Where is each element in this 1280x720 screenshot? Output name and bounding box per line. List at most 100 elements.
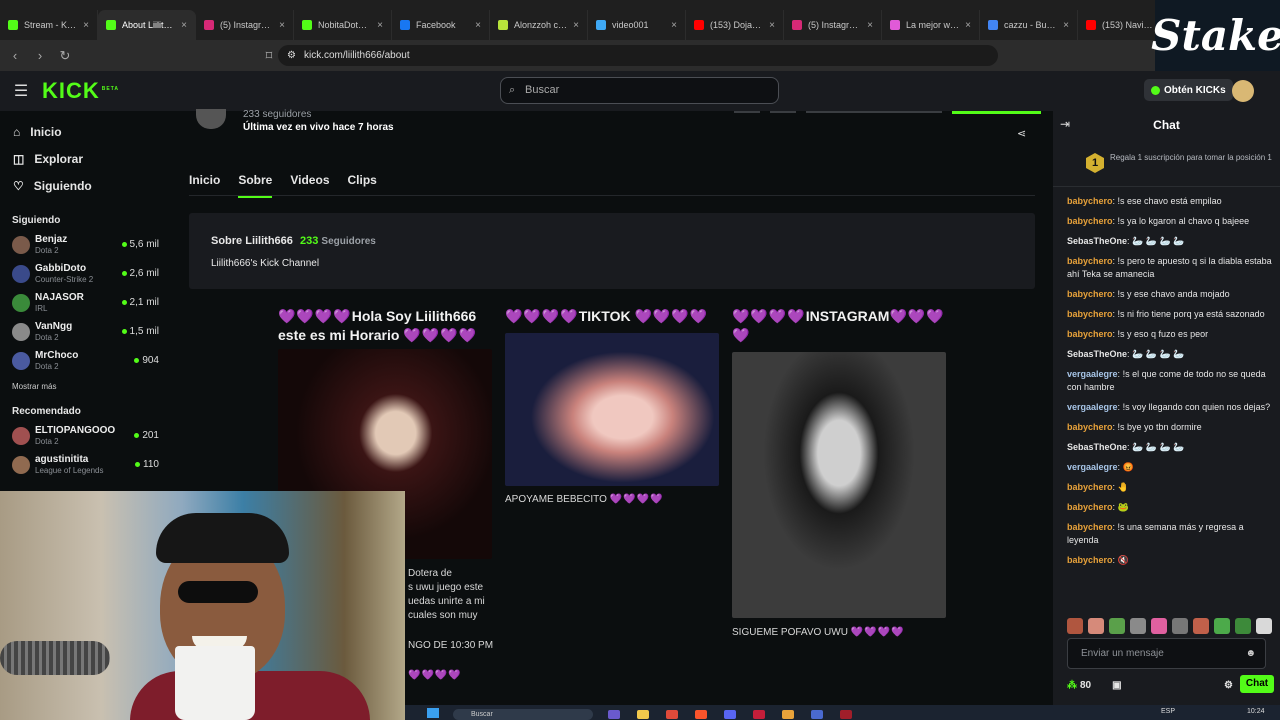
emote-icon[interactable] bbox=[1214, 618, 1230, 634]
emoji-icon[interactable]: ☻ bbox=[1245, 639, 1256, 668]
follow-button[interactable] bbox=[952, 111, 1041, 114]
chat-username[interactable]: babychero bbox=[1067, 522, 1113, 532]
chrome-icon[interactable] bbox=[666, 710, 678, 719]
reload-icon[interactable]: ↻ bbox=[55, 48, 75, 64]
browser-tab[interactable]: Alonzzoh clipped × bbox=[490, 10, 588, 40]
chat-username[interactable]: babychero bbox=[1067, 555, 1113, 565]
hearts-decoration: 💜💜💜💜 bbox=[278, 308, 352, 324]
chat-username[interactable]: babychero bbox=[1067, 482, 1113, 492]
chat-username[interactable]: babychero bbox=[1067, 329, 1113, 339]
address-bar[interactable]: ⚙ kick.com/liilith666/about bbox=[278, 45, 998, 66]
forward-icon[interactable]: › bbox=[30, 48, 50, 63]
chat-username[interactable]: SebasTheOne bbox=[1067, 236, 1127, 246]
kick-logo[interactable]: KICK BETA bbox=[42, 78, 119, 104]
chat-username[interactable]: babychero bbox=[1067, 196, 1113, 206]
channel-item[interactable]: MrChoco Dota 2 904 bbox=[0, 346, 170, 375]
channel-avatar[interactable] bbox=[196, 109, 226, 129]
channel-item[interactable]: Benjaz Dota 2 5,6 mil bbox=[0, 230, 170, 259]
viewer-count-text: 201 bbox=[142, 430, 159, 441]
emote-icon[interactable] bbox=[1151, 618, 1167, 634]
site-info-icon[interactable]: ⚙ bbox=[287, 45, 296, 66]
chat-username[interactable]: vergaalegre bbox=[1067, 402, 1118, 412]
browser-tab[interactable]: La mejor web/app × bbox=[882, 10, 980, 40]
close-tab-icon[interactable]: × bbox=[769, 20, 775, 31]
screen: Stream - Kick×About Liilith666×(5) Insta… bbox=[0, 0, 1280, 720]
channel-item[interactable]: VanNgg Dota 2 1,5 mil bbox=[0, 317, 170, 346]
sidebar-item-inicio[interactable]: ⌂ Inicio bbox=[0, 118, 170, 145]
chat-username[interactable]: SebasTheOne bbox=[1067, 442, 1127, 452]
chat-input[interactable]: Enviar un mensaje ☻ bbox=[1067, 638, 1266, 669]
panel-image[interactable] bbox=[732, 352, 946, 618]
browser-tab[interactable]: NobitaDoto S... × bbox=[294, 10, 392, 40]
chat-username[interactable]: vergaalegre bbox=[1067, 462, 1118, 472]
back-icon[interactable]: ‹ bbox=[5, 48, 25, 63]
channel-item[interactable]: NAJASOR IRL 2,1 mil bbox=[0, 288, 170, 317]
close-tab-icon[interactable]: × bbox=[475, 20, 481, 31]
taskbar-search[interactable]: Buscar bbox=[453, 709, 593, 720]
chat-username[interactable]: babychero bbox=[1067, 422, 1113, 432]
sidebar-item-siguiendo[interactable]: ♡ Siguiendo bbox=[0, 172, 170, 199]
close-tab-icon[interactable]: × bbox=[965, 20, 971, 31]
close-tab-icon[interactable]: × bbox=[377, 20, 383, 31]
browser-tab[interactable]: cazzu - Buscar co... × bbox=[980, 10, 1078, 40]
user-avatar[interactable] bbox=[1232, 80, 1254, 102]
settings-icon[interactable]: ⚙ bbox=[1224, 680, 1233, 691]
channel-item[interactable]: agustinitita League of Legends 110 bbox=[0, 450, 170, 479]
bookmark-icon[interactable]: ⌑ bbox=[259, 48, 279, 64]
chat-username[interactable]: babychero bbox=[1067, 289, 1113, 299]
close-tab-icon[interactable]: × bbox=[1063, 20, 1069, 31]
points-count[interactable]: 80 bbox=[1080, 680, 1091, 691]
panel-image[interactable] bbox=[505, 333, 719, 486]
emote-icon[interactable] bbox=[1067, 618, 1083, 634]
channel-item[interactable]: GabbiDoto Counter-Strike 2 2,6 mil bbox=[0, 259, 170, 288]
share-icon[interactable]: ⋖ bbox=[1017, 127, 1026, 140]
brave-icon[interactable] bbox=[695, 710, 707, 719]
close-tab-icon[interactable]: × bbox=[867, 20, 873, 31]
chat-username[interactable]: vergaalegre bbox=[1067, 369, 1118, 379]
chat-username[interactable]: babychero bbox=[1067, 502, 1113, 512]
emote-icon[interactable] bbox=[1256, 618, 1272, 634]
close-tab-icon[interactable]: × bbox=[573, 20, 579, 31]
taskbar-app-icon[interactable] bbox=[840, 710, 852, 719]
browser-tab[interactable]: (153) Doja Cat - S... × bbox=[686, 10, 784, 40]
browser-tab[interactable]: (5) Instagram × bbox=[196, 10, 294, 40]
browser-tab[interactable]: Stream - Kick × bbox=[0, 10, 98, 40]
search-input[interactable]: ⌕ Buscar bbox=[500, 77, 779, 104]
emote-icon[interactable] bbox=[1235, 618, 1251, 634]
pinned-gift-banner[interactable]: 1 Regala 1 suscripción para tomar la pos… bbox=[1053, 147, 1280, 187]
show-more-link[interactable]: Mostrar más bbox=[0, 382, 170, 391]
emote-icon[interactable] bbox=[1130, 618, 1146, 634]
taskbar-app-icon[interactable] bbox=[753, 710, 765, 719]
browser-tab[interactable]: video001 × bbox=[588, 10, 686, 40]
taskbar-app-icon[interactable] bbox=[782, 710, 794, 719]
emote-icon[interactable] bbox=[1172, 618, 1188, 634]
emote-icon[interactable] bbox=[1109, 618, 1125, 634]
language-indicator[interactable]: ESP bbox=[1161, 708, 1175, 715]
gift-icon[interactable]: ▣ bbox=[1112, 680, 1121, 691]
chat-username[interactable]: babychero bbox=[1067, 256, 1113, 266]
sidebar-item-explorar[interactable]: ◫ Explorar bbox=[0, 145, 170, 172]
get-kicks-button[interactable]: Obtén KICKs bbox=[1144, 79, 1233, 101]
close-tab-icon[interactable]: × bbox=[671, 20, 677, 31]
close-tab-icon[interactable]: × bbox=[83, 20, 89, 31]
browser-tab[interactable]: (5) Instagram × bbox=[784, 10, 882, 40]
browser-tab[interactable]: Facebook × bbox=[392, 10, 490, 40]
clock[interactable]: 10:24 bbox=[1247, 708, 1265, 715]
taskbar-app-icon[interactable] bbox=[811, 710, 823, 719]
folder-icon[interactable] bbox=[637, 710, 649, 719]
taskbar-app-icon[interactable] bbox=[608, 710, 620, 719]
windows-start-icon[interactable] bbox=[427, 708, 439, 718]
discord-icon[interactable] bbox=[724, 710, 736, 719]
close-tab-icon[interactable]: × bbox=[279, 20, 285, 31]
caption-line: 💜💜💜💜 bbox=[408, 670, 462, 681]
browser-tab[interactable]: About Liilith666 × bbox=[98, 10, 196, 40]
emote-icon[interactable] bbox=[1088, 618, 1104, 634]
chat-username[interactable]: SebasTheOne bbox=[1067, 349, 1127, 359]
emote-icon[interactable] bbox=[1193, 618, 1209, 634]
send-chat-button[interactable]: Chat bbox=[1240, 675, 1274, 693]
menu-icon[interactable]: ☰ bbox=[0, 81, 42, 101]
chat-username[interactable]: babychero bbox=[1067, 309, 1113, 319]
channel-item[interactable]: ELTIOPANGOOO Dota 2 201 bbox=[0, 421, 170, 450]
close-tab-icon[interactable]: × bbox=[181, 20, 187, 31]
chat-username[interactable]: babychero bbox=[1067, 216, 1113, 226]
